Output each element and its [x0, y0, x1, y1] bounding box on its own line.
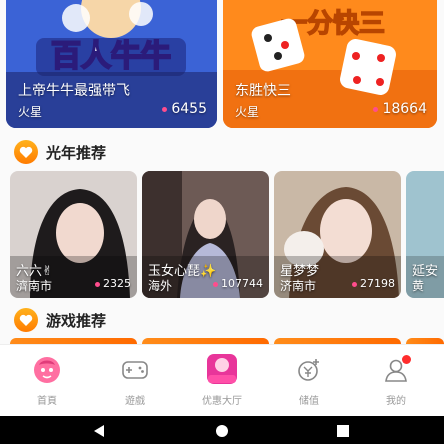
recents-icon[interactable] — [336, 424, 350, 438]
app-screen: 百人牛牛 上帝牛牛最强带飞 火星 6455 一分快三 东胜快三 火星 18664… — [0, 0, 444, 444]
section-header-games: 游戏推荐 — [14, 308, 106, 332]
game-card-yifen-kuaisan[interactable]: 一分快三 东胜快三 火星 18664 — [223, 0, 437, 128]
streamer-city: 黄 — [412, 279, 425, 293]
viewer-count: 2325 — [95, 277, 131, 290]
tab-label: 储值 — [299, 396, 319, 407]
streamer-card[interactable]: 星梦梦 济南市 27198 — [274, 171, 401, 298]
back-icon[interactable] — [92, 424, 106, 438]
tab-games[interactable]: 遊戲 — [91, 345, 179, 417]
streamer-city: 济南市 — [280, 279, 317, 293]
dice-icon — [340, 39, 396, 95]
notification-dot — [402, 355, 411, 364]
tab-deposit[interactable]: 储值 — [265, 345, 353, 417]
online-dot-icon — [95, 281, 100, 287]
home-icon[interactable] — [215, 424, 229, 438]
tab-label: 首頁 — [37, 396, 57, 407]
home-mascot-icon — [32, 355, 62, 385]
game-card-bairen-niuniu[interactable]: 百人牛牛 上帝牛牛最强带飞 火星 6455 — [6, 0, 217, 128]
game-name: 上帝牛牛最强带飞 — [18, 83, 130, 99]
tab-label: 我的 — [386, 396, 406, 407]
section-title: 光年推荐 — [46, 143, 107, 162]
tab-home[interactable]: 首頁 — [3, 345, 91, 417]
tab-label: 优惠大厅 — [202, 396, 242, 407]
heart-icon — [14, 140, 38, 164]
tab-promo-hall[interactable]: 优惠大厅 — [178, 345, 266, 417]
viewer-count: 107744 — [213, 277, 263, 290]
tab-mine[interactable]: 我的 — [352, 345, 440, 417]
game-name: 东胜快三 — [235, 83, 291, 99]
coin-plus-icon — [294, 355, 324, 385]
viewer-count: 27198 — [352, 277, 395, 290]
streamer-city: 海外 — [148, 279, 173, 293]
heart-icon — [14, 308, 38, 332]
promo-hall-icon — [204, 351, 240, 387]
gamepad-icon — [120, 355, 150, 385]
section-header-recommend: 光年推荐 — [14, 140, 106, 164]
banner-text: 百人牛牛 — [51, 39, 171, 74]
system-nav-bar — [0, 416, 444, 444]
online-dot-icon — [373, 106, 379, 112]
tab-label: 遊戲 — [125, 396, 145, 407]
online-dot-icon — [352, 281, 357, 287]
streamer-card[interactable]: 六六✌ 濟南市 2325 — [10, 171, 137, 298]
streamer-card[interactable]: 玉女心琵✨ 海外 107744 — [142, 171, 269, 298]
game-server: 火星 — [18, 105, 43, 119]
online-dot-icon — [162, 106, 168, 112]
game-server: 火星 — [235, 105, 260, 119]
online-dot-icon — [213, 281, 218, 287]
player-count: 18664 — [373, 101, 427, 117]
streamer-card[interactable]: 延安 黄 — [406, 171, 444, 298]
section-title: 游戏推荐 — [46, 311, 107, 330]
bottom-tab-bar: 首頁 遊戲 优惠大厅 储值 我的 — [0, 344, 444, 416]
player-count: 6455 — [162, 101, 207, 117]
streamer-city: 濟南市 — [16, 279, 53, 293]
